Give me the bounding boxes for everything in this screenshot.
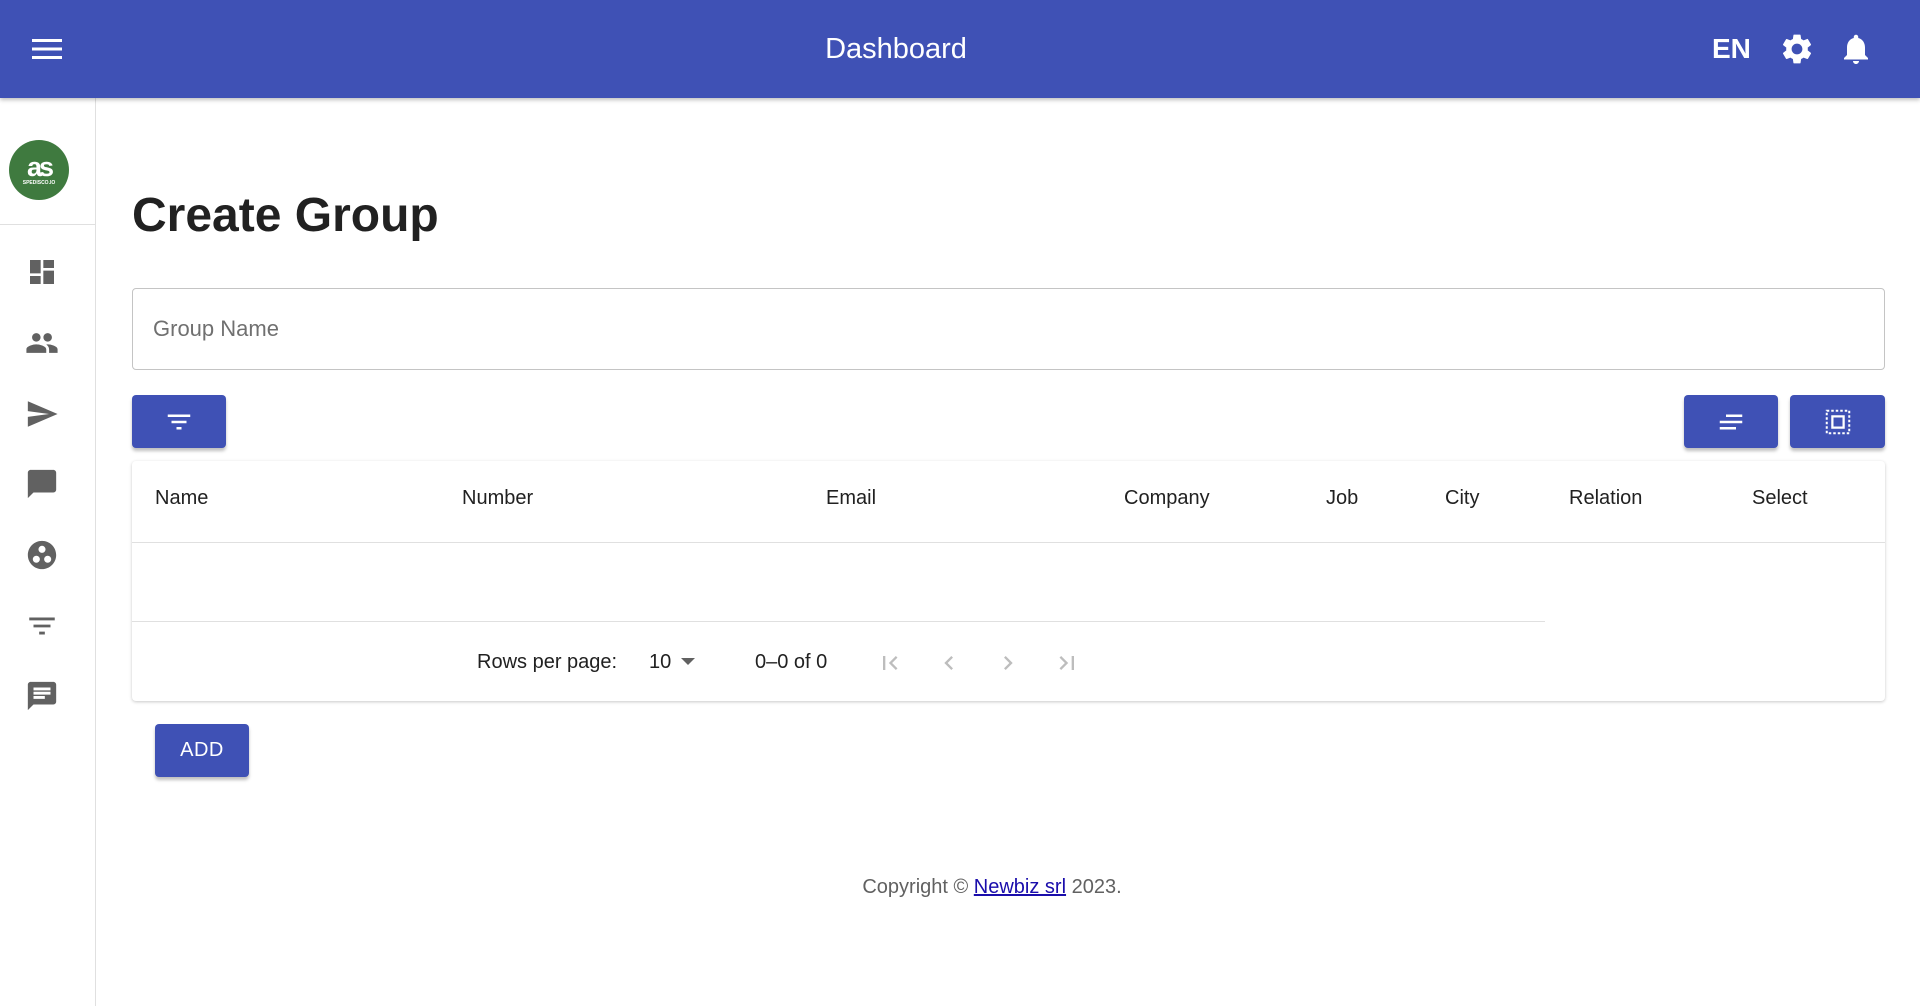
- column-header-city[interactable]: City: [1445, 487, 1479, 510]
- logo[interactable]: as SPEDISCO.IO: [9, 140, 69, 200]
- column-header-select[interactable]: Select: [1752, 487, 1808, 510]
- select-all-icon: [1825, 409, 1850, 434]
- column-header-name[interactable]: Name: [155, 487, 208, 510]
- sort-lines-icon: [1719, 414, 1743, 429]
- page-title: Create Group: [132, 189, 439, 242]
- rows-per-page-value: 10: [649, 650, 672, 673]
- rows-per-page-select[interactable]: 10: [649, 645, 696, 679]
- logo-mark: as: [26, 152, 54, 182]
- column-header-email[interactable]: Email: [826, 487, 876, 510]
- pagination-range: 0–0 of 0: [755, 651, 828, 673]
- company-link[interactable]: Newbiz srl: [974, 876, 1066, 898]
- copyright-year: 2023.: [1066, 876, 1122, 898]
- message-icon[interactable]: [20, 674, 64, 718]
- bell-icon[interactable]: [1838, 31, 1874, 67]
- sort-button[interactable]: [1684, 395, 1778, 448]
- sidebar: as SPEDISCO.IO: [0, 98, 96, 1006]
- people-icon[interactable]: [20, 321, 64, 365]
- chevron-right-icon: [1004, 656, 1013, 670]
- copyright-prefix: Copyright ©: [862, 876, 974, 898]
- group-name-field: [132, 288, 1885, 370]
- send-icon[interactable]: [20, 392, 64, 436]
- dropdown-arrow-icon: [681, 658, 696, 665]
- app-title: Dashboard: [825, 33, 967, 65]
- chevron-left-icon: [944, 656, 953, 670]
- app-bar: Dashboard EN: [0, 0, 1920, 98]
- chat-bubble-icon[interactable]: [20, 462, 64, 506]
- column-header-number[interactable]: Number: [462, 487, 533, 510]
- add-button[interactable]: ADD: [155, 724, 249, 777]
- next-page-button[interactable]: [988, 643, 1028, 683]
- group-name-input[interactable]: [133, 289, 1884, 369]
- group-work-icon[interactable]: [20, 533, 64, 577]
- filter-icon: [167, 414, 191, 429]
- sidebar-divider: [0, 224, 95, 225]
- first-page-icon: [883, 656, 898, 670]
- header-divider: [132, 542, 1885, 543]
- footer-divider: [132, 621, 1545, 622]
- filter-button[interactable]: [132, 395, 226, 448]
- gear-icon[interactable]: [1779, 31, 1815, 67]
- contacts-table: Name Number Email Company Job City Relat…: [132, 461, 1885, 701]
- last-page-button[interactable]: [1047, 643, 1087, 683]
- column-header-job[interactable]: Job: [1326, 487, 1358, 510]
- previous-page-button[interactable]: [929, 643, 969, 683]
- language-selector[interactable]: EN: [1712, 30, 1751, 68]
- logo-caption: SPEDISCO.IO: [22, 180, 56, 186]
- select-all-button[interactable]: [1790, 395, 1885, 448]
- column-header-relation[interactable]: Relation: [1569, 487, 1642, 510]
- last-page-icon: [1059, 656, 1074, 670]
- copyright-footer: Copyright © Newbiz srl 2023.: [96, 876, 1888, 899]
- rows-per-page-label: Rows per page:: [477, 651, 618, 673]
- first-page-button[interactable]: [870, 643, 910, 683]
- column-header-company[interactable]: Company: [1124, 487, 1210, 510]
- dashboard-icon[interactable]: [20, 250, 64, 294]
- filter-list-icon[interactable]: [20, 604, 64, 648]
